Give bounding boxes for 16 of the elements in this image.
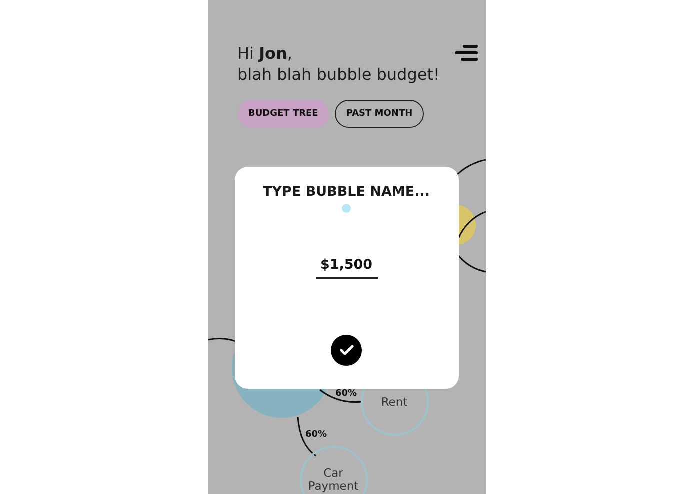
amount-field[interactable]: $1,500 xyxy=(316,257,378,279)
bubble-outline xyxy=(456,211,486,273)
connector-line xyxy=(319,389,361,403)
cursor-dot xyxy=(342,204,351,213)
name-field[interactable]: TYPE BUBBLE NAME... xyxy=(246,184,446,200)
menu-icon[interactable] xyxy=(454,45,478,61)
percent-label: 60% xyxy=(306,430,328,440)
subtitle-text: blah blah bubble budget! xyxy=(238,64,440,85)
greeting-text: Hi Jon, xyxy=(238,43,294,64)
confirm-button[interactable] xyxy=(331,335,362,366)
bubble[interactable]: Car Payment xyxy=(300,446,368,494)
tab[interactable]: PAST MONTH xyxy=(335,100,424,128)
tab[interactable]: BUDGET TREE xyxy=(238,100,330,128)
check-icon xyxy=(340,345,354,356)
percent-label: 60% xyxy=(336,389,358,399)
bubble-outline xyxy=(455,159,486,177)
